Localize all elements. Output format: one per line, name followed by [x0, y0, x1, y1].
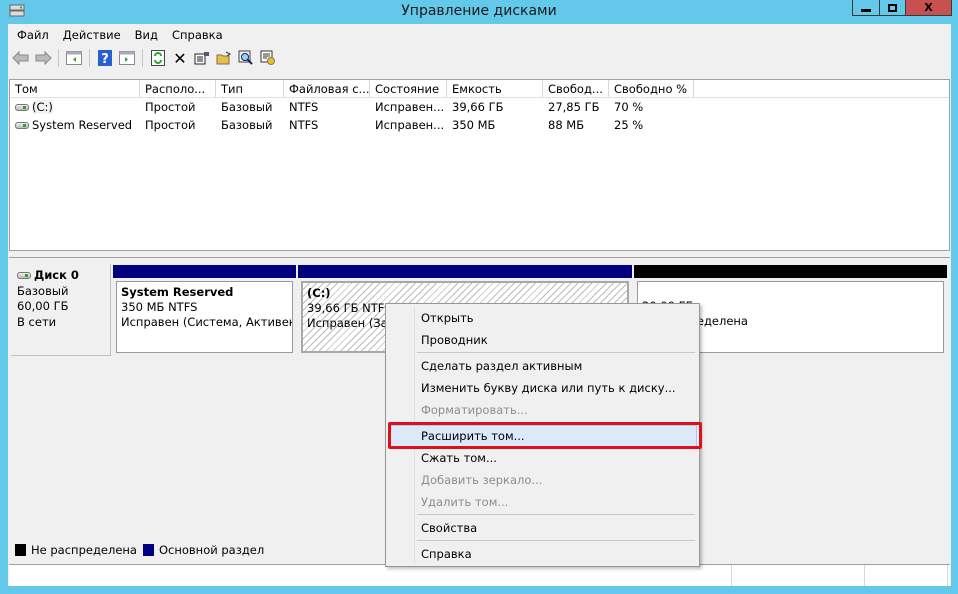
- maximize-button[interactable]: [880, 0, 906, 16]
- volume-list: Том Располо... Тип Файловая с... Состоян…: [9, 79, 950, 251]
- legend-swatch-primary: [142, 544, 154, 556]
- back-icon[interactable]: [11, 48, 31, 68]
- disk-icon: [17, 272, 31, 279]
- annotation-highlight-box: [388, 422, 702, 449]
- status-bar-pane: [732, 565, 865, 586]
- open-icon[interactable]: [214, 48, 234, 68]
- drive-icon: [15, 104, 29, 111]
- volume-free-space: 88 МБ: [548, 118, 585, 132]
- volume-status: Исправен...: [375, 100, 445, 114]
- partition-color-bar: [113, 265, 296, 278]
- menu-item-shrink-volume[interactable]: Сжать том...: [388, 447, 697, 469]
- toolbar: ? ✕: [8, 46, 951, 70]
- status-bar: [9, 564, 950, 586]
- menu-item-add-mirror: Добавить зеркало...: [421, 473, 543, 487]
- column-header-layout[interactable]: Располо...: [140, 80, 216, 97]
- menu-separator: [417, 540, 695, 541]
- properties-icon[interactable]: [192, 48, 212, 68]
- volume-name: System Reserved: [32, 118, 133, 132]
- legend-swatch-unallocated: [15, 544, 26, 556]
- legend-label: Не распределена: [31, 543, 137, 557]
- table-row[interactable]: System Reserved Простой Базовый NTFS Исп…: [10, 116, 949, 134]
- disk-name: Диск 0: [34, 268, 79, 282]
- partition-title: System Reserved: [121, 285, 234, 299]
- volume-status: Исправен...: [375, 118, 445, 132]
- legend-label: Основной раздел: [158, 543, 265, 557]
- drive-icon: [15, 122, 29, 129]
- volume-free-percent: 25 %: [614, 118, 644, 132]
- menu-view[interactable]: Вид: [128, 28, 165, 42]
- volume-name: (C:): [32, 100, 53, 114]
- column-header-filesystem[interactable]: Файловая с...: [284, 80, 370, 97]
- column-header-volume[interactable]: Том: [10, 80, 140, 97]
- menu-item-help[interactable]: Справка: [388, 543, 697, 565]
- refresh-icon[interactable]: [148, 48, 168, 68]
- show-hide-action-pane-icon[interactable]: [117, 48, 137, 68]
- menu-separator: [417, 514, 695, 515]
- menu-bar: Файл Действие Вид Справка: [8, 24, 951, 46]
- volume-filesystem: NTFS: [289, 100, 319, 114]
- partition-status: Исправен (Система, Активен, Основной раз…: [121, 315, 292, 329]
- volume-layout: Простой: [145, 118, 196, 132]
- menu-item-delete-volume: Удалить том...: [421, 495, 509, 509]
- column-header-type[interactable]: Тип: [216, 80, 284, 97]
- volume-type: Базовый: [221, 100, 273, 114]
- partition-system-reserved[interactable]: System Reserved 350 МБ NTFS Исправен (Си…: [113, 265, 296, 353]
- column-header-status[interactable]: Состояние: [370, 80, 447, 97]
- status-bar-pane: [865, 565, 948, 586]
- status-bar-pane: [9, 565, 732, 586]
- menu-item-open[interactable]: Открыть: [388, 307, 697, 329]
- partition-color-bar: [634, 265, 947, 278]
- disk-type: Базовый: [17, 283, 69, 298]
- table-row[interactable]: (C:) Простой Базовый NTFS Исправен... 39…: [10, 98, 949, 116]
- menu-item-change-drive-letter[interactable]: Изменить букву диска или путь к диску...: [388, 377, 697, 399]
- disk-size: 60,00 ГБ: [17, 299, 69, 313]
- menu-help[interactable]: Справка: [165, 28, 230, 42]
- help-icon[interactable]: ?: [95, 48, 115, 68]
- column-header-free-percent[interactable]: Свободно %: [609, 80, 694, 97]
- toolbar-separator: [89, 49, 90, 67]
- settings-icon[interactable]: [258, 48, 278, 68]
- close-button[interactable]: X: [906, 0, 952, 16]
- volume-capacity: 39,66 ГБ: [452, 100, 504, 114]
- partition-title: (C:): [307, 286, 331, 300]
- disk-label[interactable]: Диск 0 Базовый 60,00 ГБ В сети: [11, 264, 111, 356]
- toolbar-separator: [58, 49, 59, 67]
- volume-layout: Простой: [145, 100, 196, 114]
- forward-icon[interactable]: [33, 48, 53, 68]
- toolbar-separator: [142, 49, 143, 67]
- column-header-capacity[interactable]: Емкость: [447, 80, 543, 97]
- window-title: Управление дисками: [401, 3, 557, 19]
- partition-size: 350 МБ NTFS: [121, 300, 198, 314]
- menu-item-mark-active[interactable]: Сделать раздел активным: [388, 355, 697, 377]
- maximize-icon: [888, 3, 897, 12]
- find-icon[interactable]: [236, 48, 256, 68]
- menu-separator: [417, 352, 695, 353]
- volume-list-header: Том Располо... Тип Файловая с... Состоян…: [10, 80, 949, 98]
- svg-text:?: ?: [101, 52, 109, 66]
- menu-item-format: Форматировать...: [421, 403, 528, 417]
- partition-color-bar: [298, 265, 632, 278]
- column-header-free-space[interactable]: Свобод...: [543, 80, 609, 97]
- menu-item-explorer[interactable]: Проводник: [388, 329, 697, 351]
- menu-file[interactable]: Файл: [10, 28, 56, 42]
- legend: Не распределена Основной раздел: [15, 543, 270, 557]
- show-hide-console-tree-icon[interactable]: [64, 48, 84, 68]
- minimize-icon: [861, 8, 871, 12]
- volume-free-percent: 70 %: [614, 100, 644, 114]
- volume-free-space: 27,85 ГБ: [548, 100, 600, 114]
- delete-icon[interactable]: ✕: [170, 48, 190, 68]
- volume-filesystem: NTFS: [289, 118, 319, 132]
- column-header-empty: [694, 80, 949, 97]
- disk-status: В сети: [17, 314, 57, 329]
- title-bar: Управление дисками X: [0, 0, 958, 24]
- volume-capacity: 350 МБ: [452, 118, 496, 132]
- menu-item-properties[interactable]: Свойства: [388, 517, 697, 539]
- volume-type: Базовый: [221, 118, 273, 132]
- close-icon: X: [924, 1, 933, 14]
- minimize-button[interactable]: [852, 0, 880, 16]
- menu-action[interactable]: Действие: [56, 28, 128, 42]
